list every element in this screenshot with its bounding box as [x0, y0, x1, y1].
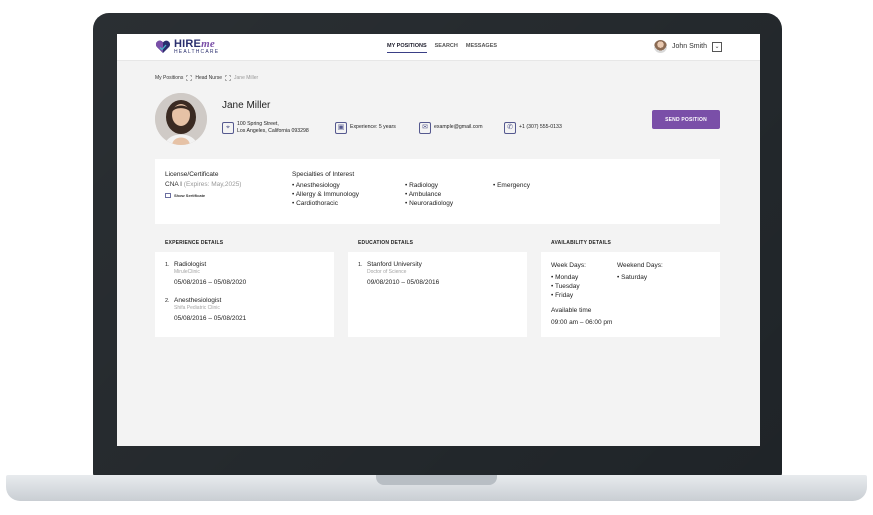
available-time: Available time 09:00 am – 06:00 pm: [551, 306, 612, 327]
list-item: • Tuesday: [551, 283, 580, 290]
list-item: • Friday: [551, 292, 574, 299]
week-days-label: Week Days:: [551, 262, 586, 269]
weekend-days-label: Weekend Days:: [617, 262, 663, 269]
top-nav-bar: HIREme HEALTHCARE MY POSITIONS SEARCH ME…: [117, 34, 760, 61]
hireme-logo[interactable]: HIREme HEALTHCARE: [155, 39, 219, 55]
available-time-value: 09:00 am – 06:00 pm: [551, 319, 613, 326]
experience-org: MiruleClinic: [174, 268, 200, 275]
nav-search[interactable]: SEARCH: [435, 43, 458, 53]
send-position-button[interactable]: SEND POSITION: [652, 110, 720, 129]
profile-photo: [155, 93, 207, 145]
license-label: License/Certificate: [165, 171, 219, 178]
laptop-notch: [376, 475, 497, 485]
available-time-label: Available time: [551, 307, 592, 314]
candidate-name: Jane Miller: [222, 100, 271, 111]
location-pin-icon: ⌖: [222, 122, 234, 135]
list-item: • Cardiothoracic: [292, 200, 338, 207]
email-info: ✉ example@gmail.com: [419, 122, 483, 134]
list-item: • Emergency: [493, 182, 530, 189]
breadcrumb-separator-icon: [186, 75, 193, 81]
phone-text[interactable]: +1 (307) 555-0133: [519, 124, 562, 131]
experience-info: ▣ Experience: 5 years: [335, 122, 396, 134]
logo-subtitle: HEALTHCARE: [174, 49, 220, 55]
breadcrumb-head-nurse[interactable]: Head Nurse: [195, 75, 222, 81]
education-degree: Doctor of Science: [367, 268, 407, 275]
education-card: 1. Stanford University Doctor of Science …: [348, 252, 527, 337]
week-days: Week Days: • Monday • Tuesday • Friday: [551, 261, 586, 300]
app-screen: HIREme HEALTHCARE MY POSITIONS SEARCH ME…: [117, 34, 760, 446]
education-dates: 09/08/2010 – 05/08/2016: [367, 278, 440, 286]
briefcase-icon: ▣: [335, 122, 347, 134]
address-line-2: Los Angeles, California 093298: [237, 128, 309, 135]
specialties-label: Specialties of Interest: [292, 171, 355, 178]
specialties-col-3: • Emergency: [493, 181, 530, 190]
address-info: ⌖ 100 Spring Street, Los Angeles, Califo…: [222, 121, 309, 135]
list-item: • Radiology: [405, 182, 438, 189]
phone-icon: ✆: [504, 122, 516, 134]
list-item: • Allergy & Immunology: [292, 191, 359, 198]
list-item: • Neuroradiology: [405, 200, 454, 207]
experience-dates: 05/08/2016 – 05/08/2021: [174, 314, 247, 322]
specialties-col-1: • Anesthesiology • Allergy & Immunology …: [292, 181, 359, 208]
list-item: • Anesthesiology: [292, 182, 340, 189]
nav-my-positions[interactable]: MY POSITIONS: [387, 43, 427, 53]
address-line-1: 100 Spring Street,: [237, 121, 279, 127]
show-certificate-link[interactable]: Show Sertificate: [165, 193, 241, 198]
specialties-col-2: • Radiology • Ambulance • Neuroradiology: [405, 181, 453, 208]
profile-photo-image: [155, 93, 207, 145]
chevron-down-icon[interactable]: ⌄: [712, 41, 722, 52]
breadcrumb-my-positions[interactable]: My Positions: [155, 75, 183, 81]
list-item: 2. Anesthesiologist Shifa Pediatric Clini…: [165, 297, 247, 322]
user-menu[interactable]: John Smith ⌄: [653, 40, 722, 53]
experience-dates: 05/08/2016 – 05/08/2020: [174, 278, 247, 286]
breadcrumb-current: Jane Miller: [234, 75, 259, 81]
certificate-icon: [165, 193, 171, 198]
phone-info: ✆ +1 (307) 555-0133: [504, 122, 562, 134]
education-details-title: EDUCATION DETAILS: [358, 240, 414, 246]
list-item: • Saturday: [617, 274, 648, 281]
nav-messages[interactable]: MESSAGES: [466, 43, 497, 53]
experience-role: Radiologist: [174, 261, 207, 268]
experience-card: 1. Radiologist MiruleClinic 05/08/2016 – …: [155, 252, 334, 337]
breadcrumb-separator-icon: [225, 75, 231, 81]
user-name: John Smith: [671, 43, 707, 50]
availability-card: Week Days: • Monday • Tuesday • Friday W…: [541, 252, 720, 337]
license-value: CNA I (Expires: May,2025): [165, 181, 242, 188]
list-item: 1. Radiologist MiruleClinic 05/08/2016 – …: [165, 261, 247, 286]
email-text[interactable]: example@gmail.com: [434, 124, 483, 131]
list-item: • Ambulance: [405, 191, 442, 198]
availability-details-title: AVAILABILITY DETAILS: [551, 240, 612, 246]
experience-org: Shifa Pediatric Clinic: [174, 304, 220, 311]
list-item: • Monday: [551, 274, 579, 281]
mail-icon: ✉: [419, 122, 431, 134]
laptop-mockup: HIREme HEALTHCARE MY POSITIONS SEARCH ME…: [0, 0, 873, 515]
qualifications-card: License/Certificate CNA I (Expires: May,…: [155, 159, 720, 224]
breadcrumb: My Positions Head Nurse Jane Miller: [155, 75, 258, 81]
list-item: 1. Stanford University Doctor of Science …: [358, 261, 440, 286]
avatar: [653, 40, 667, 53]
heart-logo-icon: [155, 40, 171, 53]
education-school: Stanford University: [367, 261, 422, 268]
experience-role: Anesthesiologist: [174, 297, 222, 304]
experience-details-title: EXPERIENCE DETAILS: [165, 240, 224, 246]
weekend-days: Weekend Days: • Saturday: [617, 261, 663, 282]
main-nav: MY POSITIONS SEARCH MESSAGES: [387, 43, 497, 53]
experience-text: Experience: 5 years: [350, 124, 396, 131]
